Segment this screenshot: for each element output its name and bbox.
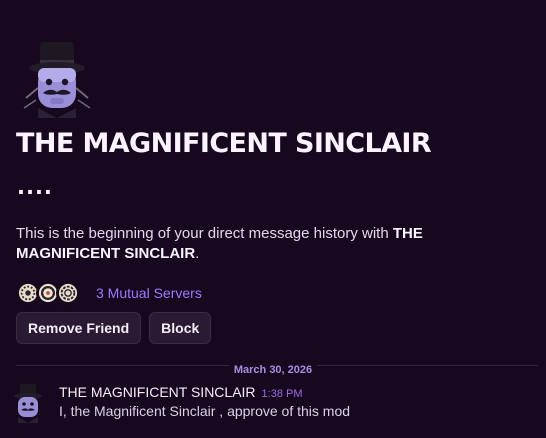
profile-avatar[interactable] [16, 38, 98, 118]
date-divider-label: March 30, 2026 [228, 364, 318, 376]
message-avatar[interactable] [10, 383, 46, 423]
intro-suffix: . [195, 245, 200, 262]
profile-actions: Remove Friend Block [16, 312, 212, 344]
server-icon [56, 281, 80, 305]
clock-server-icon [38, 283, 58, 303]
dm-channel: THE MAGNIFICENT SINCLAIR .... This is th… [0, 0, 546, 438]
remove-friend-button[interactable]: Remove Friend [16, 312, 142, 344]
date-divider: March 30, 2026 [0, 358, 546, 377]
message-timestamp[interactable]: 1:38 PM [262, 388, 303, 400]
profile-username: .... [17, 175, 53, 199]
mutual-servers[interactable]: 3 Mutual Servers [16, 280, 202, 306]
mutual-servers-link[interactable]: 3 Mutual Servers [96, 285, 202, 301]
message-content: I, the Magnificent Sinclair , approve of… [59, 403, 351, 419]
message-author[interactable]: THE MAGNIFICENT SINCLAIR [59, 384, 256, 400]
mutual-server-icons [16, 281, 80, 305]
intro-prefix: This is the beginning of your direct mes… [16, 225, 393, 242]
dm-intro-text: This is the beginning of your direct mes… [16, 224, 486, 264]
sinclair-avatar-icon [23, 42, 91, 118]
block-button[interactable]: Block [149, 312, 212, 344]
message-header: THE MAGNIFICENT SINCLAIR 1:38 PM [59, 384, 303, 400]
profile-display-name: THE MAGNIFICENT SINCLAIR [16, 128, 432, 159]
gear-server-icon [18, 283, 38, 303]
cog-server-icon [58, 283, 78, 303]
sinclair-avatar-icon [14, 384, 42, 423]
